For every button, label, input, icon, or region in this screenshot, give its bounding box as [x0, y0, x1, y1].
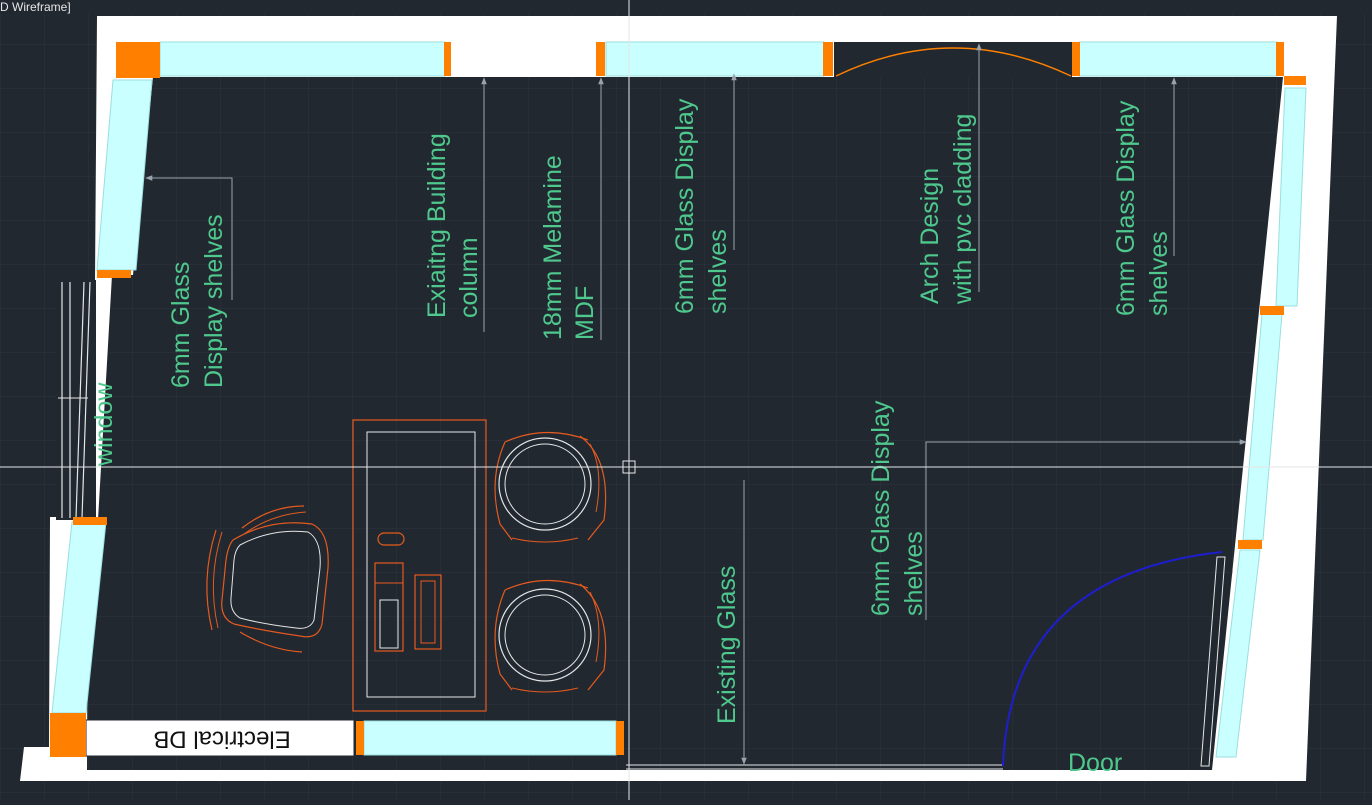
glass-shelf-top-left — [159, 41, 446, 77]
svg-text:Exiaitng Building: Exiaitng Building — [423, 133, 451, 318]
glass-shelf-top-right — [1078, 41, 1278, 77]
svg-text:shelves: shelves — [900, 531, 928, 616]
glass-shelf-bottom — [363, 720, 617, 756]
svg-text:shelves: shelves — [1145, 231, 1173, 316]
glass-shelf-top-center — [605, 41, 825, 77]
svg-text:MDF: MDF — [571, 286, 599, 340]
existing-glass-note: Existing Glass — [713, 566, 741, 724]
svg-text:Arch Design: Arch Design — [916, 168, 944, 304]
floor-plan-drawing: dubizzle Electrical — [0, 0, 1372, 800]
svg-text:6mm Glass: 6mm Glass — [167, 262, 195, 388]
door-note: Door — [1068, 749, 1122, 777]
svg-text:18mm Melamine: 18mm Melamine — [539, 155, 567, 340]
svg-text:column: column — [455, 237, 483, 318]
svg-text:Existing Glass: Existing Glass — [713, 566, 741, 724]
svg-text:window: window — [90, 382, 118, 467]
svg-text:Display shelves: Display shelves — [200, 214, 228, 388]
svg-text:with pvc cladding: with pvc cladding — [949, 114, 977, 305]
svg-text:6mm Glass Display: 6mm Glass Display — [671, 98, 699, 314]
cad-viewport[interactable]: D Wireframe] dubizzle — [0, 0, 1372, 800]
viewport-style-label[interactable]: D Wireframe] — [0, 0, 74, 14]
svg-text:shelves: shelves — [704, 229, 732, 314]
window-note: window — [90, 382, 118, 467]
svg-text:6mm Glass Display: 6mm Glass Display — [1112, 100, 1140, 316]
svg-text:6mm Glass Display: 6mm Glass Display — [867, 400, 895, 616]
electrical-db-label: Electrical DB — [153, 726, 290, 753]
